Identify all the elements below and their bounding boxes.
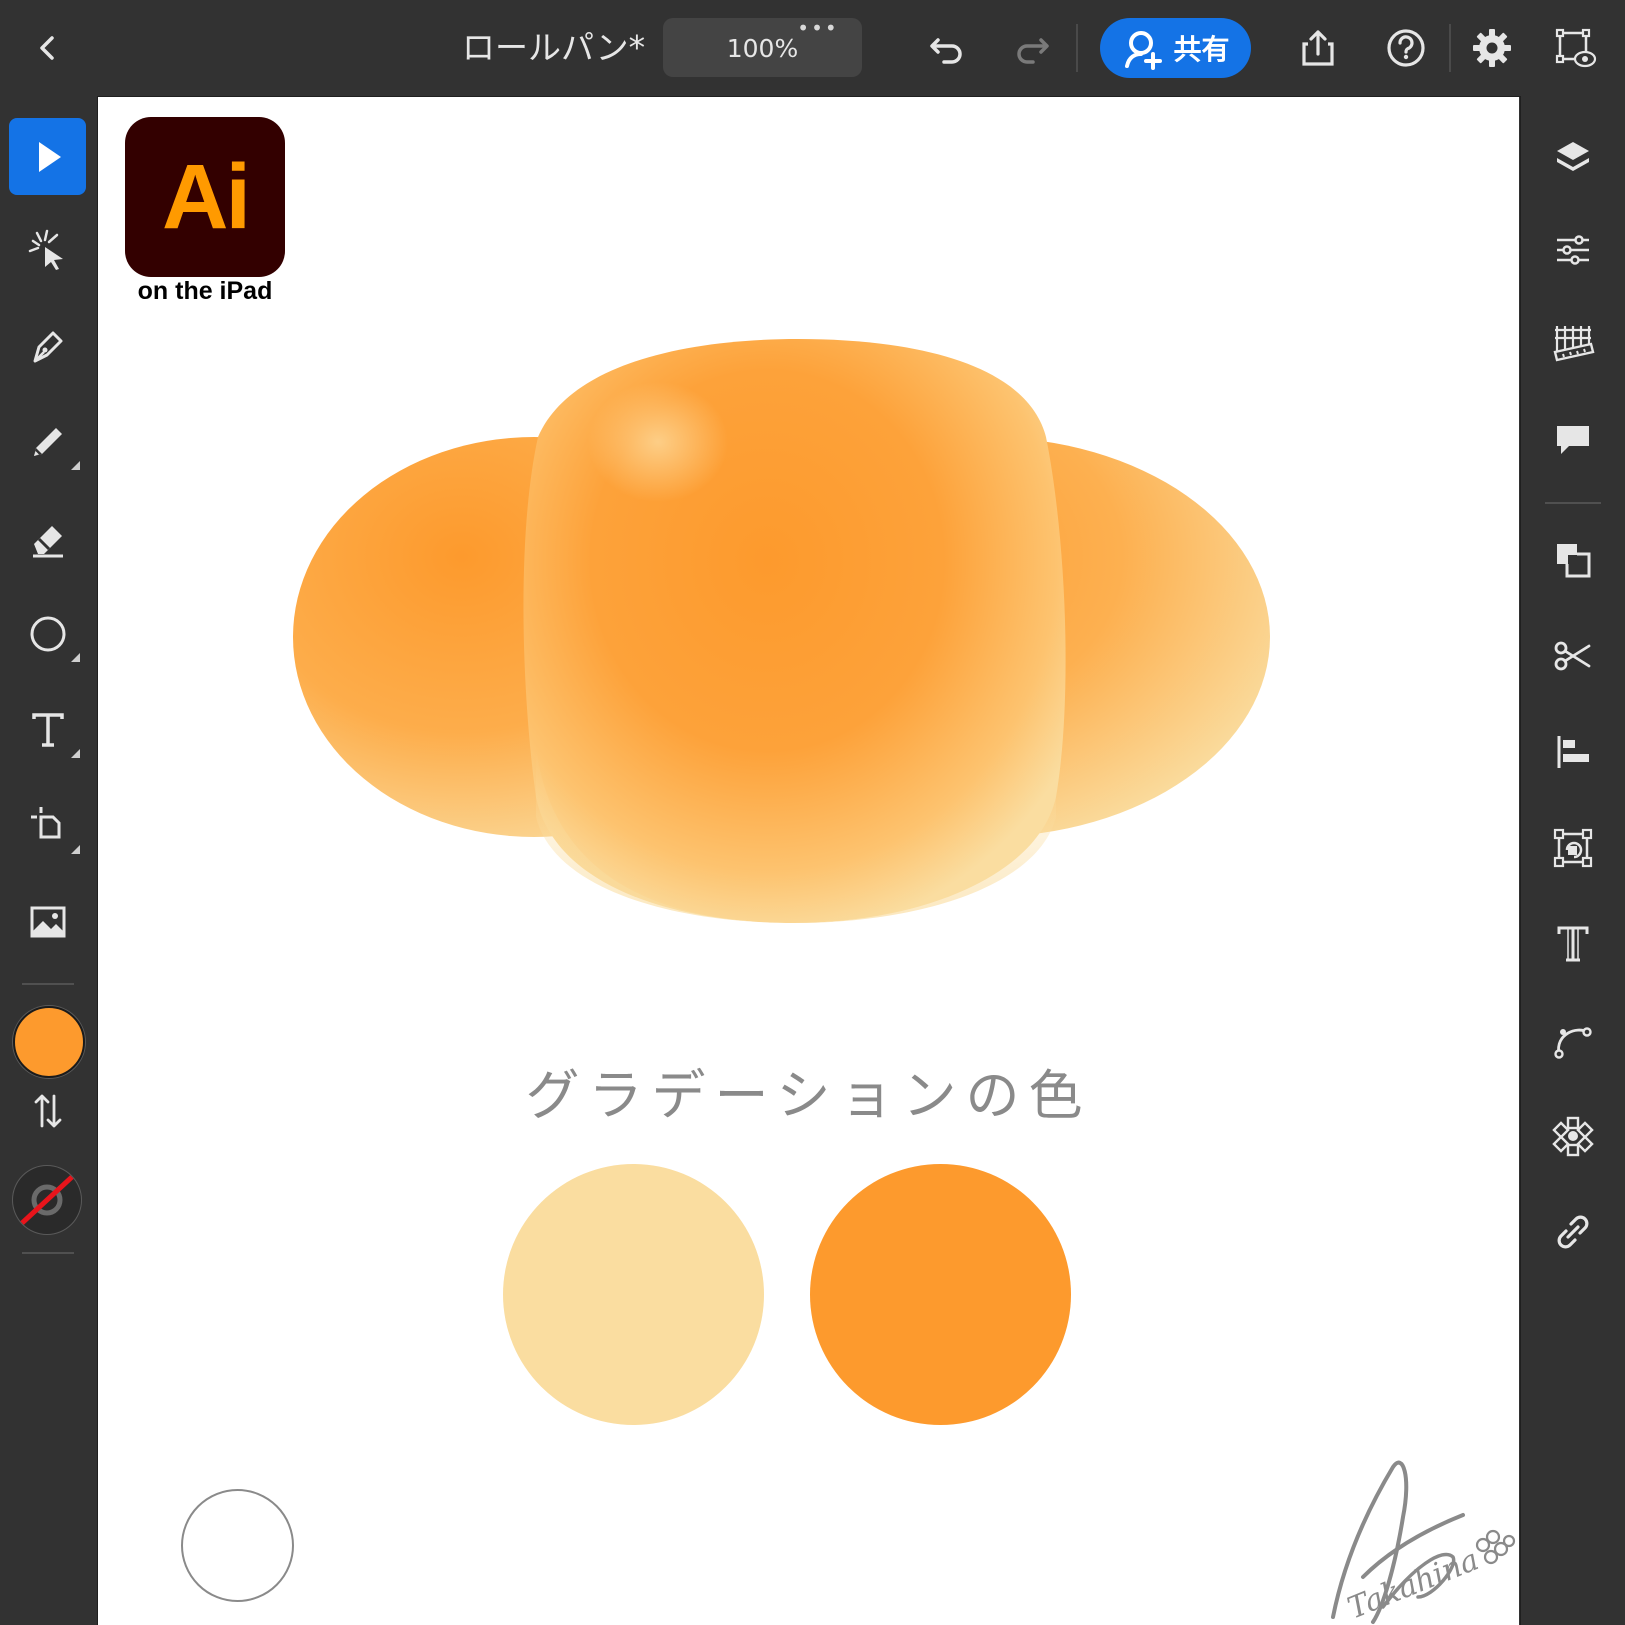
links-button[interactable] <box>1543 1202 1603 1262</box>
redo-icon <box>1017 38 1049 64</box>
toolbar-divider <box>22 1252 74 1254</box>
gradient-caption[interactable]: グラデーションの色 <box>98 1051 1519 1130</box>
share-button[interactable]: 共有 <box>1100 18 1251 78</box>
submenu-indicator <box>71 749 80 758</box>
pathfinder-icon <box>1557 544 1591 578</box>
layers-icon <box>1557 142 1589 171</box>
direct-selection-tool[interactable] <box>9 211 86 288</box>
transform-tool[interactable] <box>9 787 86 864</box>
artboard-canvas[interactable]: Ai on the iPad グラデーションの色 Takahina <box>98 97 1519 1625</box>
add-user-icon <box>1125 31 1163 70</box>
gradient-light-swatch[interactable] <box>503 1164 764 1425</box>
selection-tool[interactable] <box>9 118 86 195</box>
scissors-icon <box>1554 641 1591 671</box>
comment-icon <box>1557 426 1589 454</box>
align-icon <box>1557 736 1589 768</box>
zoom-control[interactable]: ••• 100% <box>663 18 862 77</box>
eraser-tool[interactable] <box>9 499 86 576</box>
toolbar-divider <box>22 983 74 985</box>
grid-ruler-icon <box>1553 326 1595 362</box>
align-button[interactable] <box>1543 722 1603 782</box>
toolbar-divider <box>1449 24 1451 72</box>
pencil-tool[interactable] <box>9 403 86 480</box>
flower-doodle-icon <box>1475 1529 1516 1565</box>
type-icon <box>1557 926 1589 962</box>
submenu-indicator <box>71 845 80 854</box>
gradient-dark-swatch[interactable] <box>810 1164 1071 1425</box>
toolbar-divider <box>1545 502 1601 504</box>
eraser-icon <box>32 525 63 557</box>
repeat-icon <box>1552 1116 1594 1157</box>
place-image-tool[interactable] <box>9 883 86 960</box>
swap-fill-stroke-button[interactable] <box>9 1081 86 1141</box>
right-toolbar <box>1520 96 1625 1625</box>
repeat-button[interactable] <box>1543 1106 1603 1166</box>
fill-color-swatch[interactable] <box>13 1006 85 1078</box>
path-button[interactable] <box>1543 1010 1603 1070</box>
left-toolbar <box>0 96 98 1625</box>
type-tool[interactable] <box>9 691 86 768</box>
top-toolbar: ロールパン* ••• 100% 共有 <box>0 0 1625 97</box>
layers-button[interactable] <box>1543 126 1603 186</box>
signature-text: Takahina <box>1343 1542 1484 1625</box>
share-label: 共有 <box>1173 33 1230 66</box>
pen-icon <box>33 331 62 362</box>
path-icon <box>1554 1027 1592 1059</box>
direct-selection-icon <box>28 229 63 270</box>
transform-icon <box>1553 828 1593 868</box>
pathfinder-button[interactable] <box>1543 530 1603 590</box>
selection-arrow-icon <box>38 141 61 172</box>
ellipse-icon <box>30 616 65 651</box>
preview-button[interactable] <box>1545 18 1605 78</box>
submenu-indicator <box>71 653 80 662</box>
help-icon <box>1387 29 1425 67</box>
comments-button[interactable] <box>1543 410 1603 470</box>
swap-arrows-icon <box>34 1094 61 1128</box>
pen-tool[interactable] <box>9 307 86 384</box>
preview-artboard-icon <box>1555 28 1597 68</box>
no-stroke-icon <box>19 1174 75 1226</box>
grid-and-rulers-button[interactable] <box>1543 314 1603 374</box>
document-title[interactable]: ロールパン* <box>462 22 645 74</box>
redo-button[interactable] <box>1003 18 1063 78</box>
properties-icon <box>1557 235 1589 265</box>
export-icon <box>1302 30 1334 66</box>
export-button[interactable] <box>1288 18 1348 78</box>
back-button[interactable] <box>18 18 78 78</box>
scissors-button[interactable] <box>1543 626 1603 686</box>
transform-panel-button[interactable] <box>1543 818 1603 878</box>
undo-button[interactable] <box>916 18 976 78</box>
bread-highlight <box>588 382 728 502</box>
stroke-color-swatch[interactable] <box>13 1166 81 1234</box>
type-icon <box>31 712 64 747</box>
toolbar-divider <box>1076 24 1078 72</box>
help-button[interactable] <box>1376 18 1436 78</box>
type-panel-button[interactable] <box>1543 914 1603 974</box>
artist-signature: Takahina <box>1331 1460 1516 1625</box>
settings-button[interactable] <box>1462 18 1522 78</box>
zoom-level: 100% <box>726 34 799 63</box>
properties-button[interactable] <box>1543 220 1603 280</box>
image-icon <box>30 906 65 937</box>
roll-bread-illustration[interactable] <box>98 97 1519 997</box>
link-icon <box>1557 1215 1589 1249</box>
empty-circle-shape[interactable] <box>181 1489 294 1602</box>
submenu-indicator <box>71 461 80 470</box>
gear-icon <box>1473 29 1511 67</box>
pencil-icon <box>33 427 62 456</box>
shape-tool[interactable] <box>9 595 86 672</box>
chevron-left-icon <box>40 36 54 60</box>
transform-icon <box>30 806 60 838</box>
undo-icon <box>930 38 962 64</box>
